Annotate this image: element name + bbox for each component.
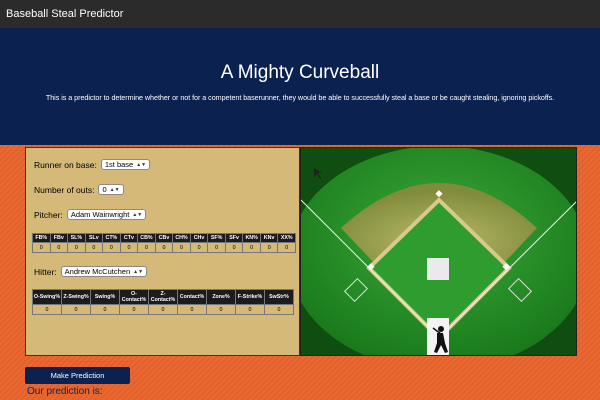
- pitcher-stats-table: FB% FBv SL% SLv CT% CTv CB% CBv CH% CHv SF% SFv KN% K…: [32, 233, 296, 253]
- pitcher-value-cell: 0: [49, 242, 69, 253]
- runner-select[interactable]: 1st base ▲▼: [100, 159, 151, 170]
- pitcher-value-cell: 0: [189, 242, 209, 253]
- prediction-result-label: Our prediction is:: [27, 386, 103, 397]
- pitcher-value-cell: 0: [154, 242, 174, 253]
- pitcher-value-cell: 0: [277, 242, 296, 253]
- outs-row: Number of outs: 0 ▲▼: [34, 184, 124, 195]
- page-description: This is a predictor to determine whether…: [45, 93, 555, 102]
- hitter-stats-table: O-Swing% Z-Swing% Swing% O-Contact% Z-Contac…: [32, 289, 294, 315]
- hitter-value-cell: 0: [119, 304, 149, 315]
- pitcher-select-value: Adam Wainwright: [70, 210, 130, 219]
- hitter-label: Hitter:: [34, 266, 57, 277]
- pitcher-header: FBv: [49, 233, 69, 243]
- pitcher-select[interactable]: Adam Wainwright ▲▼: [66, 209, 147, 220]
- pitchers-mound: [427, 258, 449, 280]
- hitter-header: O-Swing%: [32, 289, 62, 305]
- hitter-value-cell: 0: [90, 304, 120, 315]
- pitcher-header: KNv: [259, 233, 279, 243]
- hitter-select-value: Andrew McCutchen: [64, 267, 131, 276]
- pitcher-value-cell: 0: [84, 242, 104, 253]
- pitcher-label: Pitcher:: [34, 209, 63, 220]
- runner-label: Runner on base:: [34, 159, 97, 170]
- hitter-header: Contact%: [177, 289, 207, 305]
- baseball-field-image: [300, 147, 577, 356]
- app-title: Baseball Steal Predictor: [6, 8, 124, 20]
- hitter-header: Z-Swing%: [61, 289, 91, 305]
- make-prediction-button[interactable]: Make Prediction: [25, 367, 130, 384]
- select-arrows-icon: ▲▼: [109, 186, 120, 193]
- select-arrows-icon: ▲▼: [136, 161, 147, 168]
- hitter-value-cell: 0: [61, 304, 91, 315]
- hitter-header: SwStr%: [264, 289, 294, 305]
- pitcher-header: SFv: [224, 233, 244, 243]
- hitter-header: F-Strike%: [235, 289, 265, 305]
- pitcher-header: CHv: [189, 233, 209, 243]
- pitcher-value-cell: 0: [32, 242, 51, 253]
- pitcher-value-cell: 0: [119, 242, 139, 253]
- hitter-header: Swing%: [90, 289, 120, 305]
- page-title: A Mighty Curveball: [220, 62, 380, 83]
- hitter-value-cell: 0: [32, 304, 62, 315]
- pitcher-row: Pitcher: Adam Wainwright ▲▼: [34, 209, 147, 220]
- pitcher-header: SLv: [84, 233, 104, 243]
- hitter-value-cell: 0: [148, 304, 178, 315]
- hitter-select[interactable]: Andrew McCutchen ▲▼: [60, 266, 148, 277]
- hitter-header: Z-Contact%: [148, 289, 178, 305]
- app-title-bar: Baseball Steal Predictor: [0, 0, 600, 28]
- pitcher-value-cell: 0: [259, 242, 279, 253]
- pitcher-value-cell: 0: [242, 242, 261, 253]
- hitter-value-cell: 0: [177, 304, 207, 315]
- hero-banner: A Mighty Curveball This is a predictor t…: [0, 28, 600, 145]
- pitcher-header: CT%: [102, 233, 121, 243]
- hitter-header: Zone%: [206, 289, 236, 305]
- pitcher-header: CBv: [154, 233, 174, 243]
- pitcher-value-cell: 0: [172, 242, 191, 253]
- hitter-value-cell: 0: [264, 304, 294, 315]
- pitcher-header: SL%: [67, 233, 86, 243]
- select-arrows-icon: ▲▼: [132, 211, 143, 218]
- pitcher-header: CB%: [137, 233, 156, 243]
- select-arrows-icon: ▲▼: [133, 268, 144, 275]
- hitter-value-cell: 0: [206, 304, 236, 315]
- hitter-header: O-Contact%: [119, 289, 149, 305]
- pitcher-value-cell: 0: [137, 242, 156, 253]
- hitter-value-cell: 0: [235, 304, 265, 315]
- pitcher-header: KN%: [242, 233, 261, 243]
- pitcher-value-cell: 0: [224, 242, 244, 253]
- hitter-row: Hitter: Andrew McCutchen ▲▼: [34, 266, 148, 277]
- pitcher-value-cell: 0: [207, 242, 226, 253]
- outs-select[interactable]: 0 ▲▼: [98, 184, 124, 195]
- pitcher-header: FB%: [32, 233, 51, 243]
- outs-label: Number of outs:: [34, 184, 95, 195]
- pitcher-value-cell: 0: [102, 242, 121, 253]
- runner-row: Runner on base: 1st base ▲▼: [34, 159, 151, 170]
- runner-select-value: 1st base: [104, 160, 134, 169]
- outs-select-value: 0: [102, 185, 107, 194]
- input-panel: Runner on base: 1st base ▲▼ Number of ou…: [25, 147, 300, 356]
- pitcher-value-cell: 0: [67, 242, 86, 253]
- pitcher-header: SF%: [207, 233, 226, 243]
- field-illustration: [301, 148, 576, 355]
- pitcher-header: XX%: [277, 233, 296, 243]
- pitcher-header: CH%: [172, 233, 191, 243]
- pitcher-header: CTv: [119, 233, 139, 243]
